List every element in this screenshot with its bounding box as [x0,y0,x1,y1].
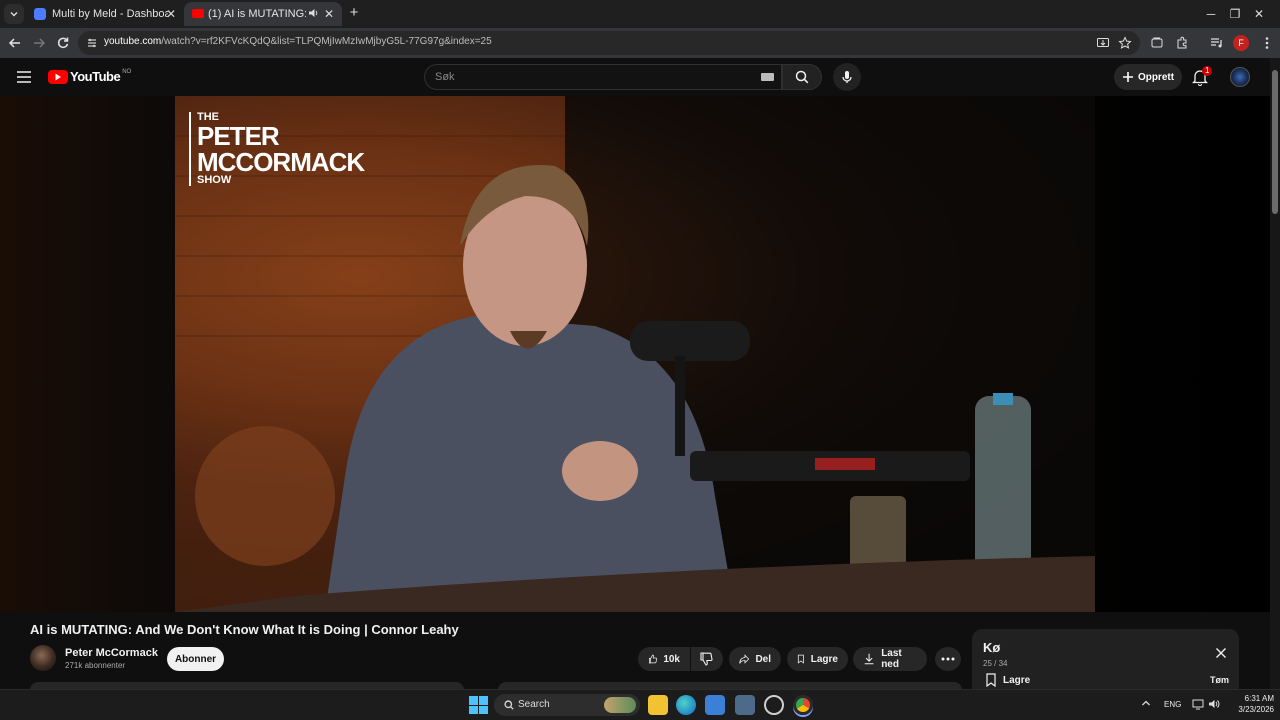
tab-search-button[interactable] [4,4,24,24]
hamburger-menu-icon[interactable] [16,70,32,84]
site-settings-icon[interactable] [86,37,98,49]
logo-text: YouTube [70,69,121,84]
microphone-icon [842,71,852,83]
like-count: 10k [663,653,680,665]
menu-kebab-icon[interactable] [1258,34,1276,52]
download-button[interactable]: Last ned [853,647,927,671]
forward-arrow-icon[interactable] [30,34,48,52]
thumbs-down-icon [700,652,713,666]
download-icon [864,653,874,665]
channel-name[interactable]: Peter McCormack [65,647,158,659]
queue-title: Kø [983,640,1001,655]
profile-avatar[interactable]: F [1233,35,1249,51]
task-view-icon[interactable] [705,695,725,715]
display-icon[interactable] [1192,698,1204,710]
more-actions-button[interactable] [935,647,961,671]
keyboard-icon[interactable] [761,73,774,81]
download-label: Last ned [881,648,902,670]
chrome-icon[interactable] [793,695,813,715]
tab-multi-dashboard[interactable]: Multi by Meld - Dashboard. ✕ [26,2,184,26]
plus-icon [1122,72,1133,82]
close-window-button[interactable]: ✕ [1236,0,1280,28]
copilot-icon[interactable] [764,695,784,715]
thumbs-up-icon [648,654,658,664]
share-arrow-icon [739,654,750,664]
app-icon[interactable] [735,695,755,715]
bookmark-icon [797,654,804,664]
show-logo-line: MCCORMACK [197,147,365,177]
chevron-up-icon[interactable] [1141,699,1151,707]
search-box [424,64,782,90]
language-indicator[interactable]: ENG [1164,700,1181,709]
browser-tab-strip: Multi by Meld - Dashboard. ✕ (1) AI is M… [0,0,1280,28]
page-scrollbar[interactable] [1270,58,1280,689]
wallet-icon[interactable] [1148,34,1166,52]
volume-icon[interactable] [1208,698,1220,710]
address-bar[interactable]: youtube.com/watch?v=rf2KFVcKQdQ&list=TLP… [78,31,1140,55]
show-logo-line: PETER [197,121,280,151]
queue-clear-button[interactable]: Tøm [1210,675,1229,685]
scrollbar-thumb[interactable] [1272,70,1278,214]
create-button[interactable]: Opprett [1114,64,1182,90]
back-arrow-icon[interactable] [6,34,24,52]
youtube-header: YouTube NO Opprett 1 [0,58,1270,96]
show-logo-overlay: THE PETER MCCORMACK SHOW [189,112,365,186]
save-label: Lagre [810,653,838,665]
install-app-icon[interactable] [1096,36,1110,50]
tab-title: Multi by Meld - Dashboard. [52,8,168,20]
windows-start-icon[interactable] [468,695,488,715]
media-controls-icon[interactable] [1208,34,1226,52]
voice-search-button[interactable] [833,63,861,91]
region-code: NO [122,68,132,75]
save-button[interactable]: Lagre [787,647,848,671]
windows-taskbar: Search ENG 6:31 AM 3/23/2026 [0,689,1280,720]
chevron-down-icon [10,12,18,17]
youtube-play-icon [48,69,68,84]
account-avatar[interactable] [1230,67,1250,87]
clock-date[interactable]: 3/23/2026 [1226,705,1274,714]
notifications-button[interactable]: 1 [1192,66,1213,86]
search-icon [504,700,514,710]
search-button[interactable] [782,64,822,90]
share-label: Del [755,653,771,665]
youtube-logo[interactable]: YouTube NO [48,69,131,84]
extensions-puzzle-icon[interactable] [1173,34,1191,52]
speaker-icon[interactable] [308,7,320,19]
close-icon[interactable] [1215,647,1227,659]
more-horizontal-icon [941,657,955,661]
queue-save-label: Lagre [1003,674,1031,686]
close-icon[interactable]: ✕ [322,7,336,21]
subscriber-count: 271k abonnenter [65,661,126,670]
dislike-button[interactable] [691,647,723,671]
create-label: Opprett [1137,71,1175,83]
clock-time[interactable]: 6:31 AM [1232,694,1274,703]
file-explorer-icon[interactable] [648,695,668,715]
queue-save-button[interactable]: Lagre [985,673,1030,687]
close-icon[interactable]: ✕ [164,7,178,21]
subscribe-button[interactable]: Abonner [167,647,224,671]
share-button[interactable]: Del [729,647,781,671]
url-text: youtube.com/watch?v=rf2KFVcKQdQ&list=TLP… [104,36,492,47]
meld-favicon-icon [34,8,46,20]
new-tab-button[interactable]: + [346,5,362,21]
search-highlight-icon [604,697,636,713]
channel-avatar[interactable] [30,645,56,671]
tab-youtube-video[interactable]: (1) AI is MUTATING: And We ✕ [184,2,342,26]
queue-position: 25 / 34 [983,659,1008,668]
youtube-favicon-icon [192,9,204,18]
bookmark-icon [986,673,996,687]
reload-icon[interactable] [54,34,72,52]
browser-toolbar: youtube.com/watch?v=rf2KFVcKQdQ&list=TLP… [0,28,1280,58]
taskbar-search-label: Search [518,699,550,710]
search-input[interactable] [435,69,735,85]
bookmark-star-icon[interactable] [1118,36,1132,50]
search-icon [795,70,809,84]
like-button[interactable]: 10k [638,647,690,671]
notification-count-badge: 1 [1202,66,1213,76]
taskbar-search-box[interactable]: Search [494,694,640,716]
tab-title: (1) AI is MUTATING: And We [208,8,306,20]
video-title: AI is MUTATING: And We Don't Know What I… [30,622,459,637]
edge-browser-icon[interactable] [676,695,696,715]
video-player[interactable]: THE PETER MCCORMACK SHOW [175,96,1095,612]
